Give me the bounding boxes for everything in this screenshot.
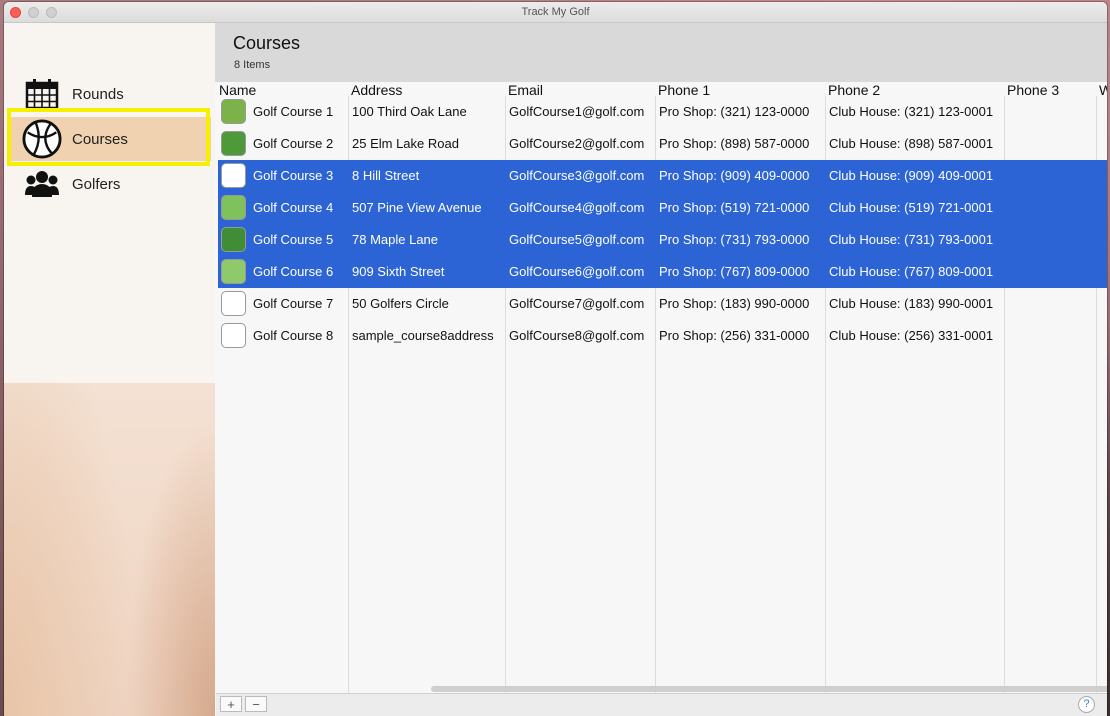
cell-name: Golf Course 4 <box>253 200 334 215</box>
cell-phone2: Club House: (321) 123-0001 <box>829 104 994 119</box>
course-thumbnail-icon <box>221 195 246 220</box>
cell-email: GolfCourse5@golf.com <box>509 232 645 247</box>
cell-email: GolfCourse3@golf.com <box>509 168 645 183</box>
cell-email: GolfCourse4@golf.com <box>509 200 645 215</box>
cell-address: 507 Pine View Avenue <box>352 200 482 215</box>
help-button[interactable]: ? <box>1078 696 1095 713</box>
cell-name: Golf Course 8 <box>253 328 334 343</box>
cell-phone1: Pro Shop: (183) 990-0000 <box>659 296 810 311</box>
table-row[interactable]: Golf Course 5 78 Maple Lane GolfCourse5@go… <box>218 224 1107 256</box>
cell-name: Golf Course 2 <box>253 136 334 151</box>
table-row[interactable]: Golf Course 6 909 Sixth Street GolfCourse6… <box>218 256 1107 288</box>
table-row[interactable]: Golf Course 1 100 Third Oak Lane GolfCours… <box>218 96 1107 128</box>
cell-phone1: Pro Shop: (898) 587-0000 <box>659 136 810 151</box>
cell-phone1: Pro Shop: (519) 721-0000 <box>659 200 810 215</box>
table-row[interactable]: Golf Course 7 50 Golfers Circle GolfCourse… <box>218 288 1107 320</box>
cell-phone2: Club House: (183) 990-0001 <box>829 296 994 311</box>
course-thumbnail-icon <box>221 323 246 348</box>
table-row[interactable]: Golf Course 3 8 Hill Street GolfCourse3@go… <box>218 160 1107 192</box>
table-row[interactable]: Golf Course 8 sample_course8address GolfCo… <box>218 320 1107 352</box>
item-count: 8 Items <box>234 59 271 71</box>
cell-phone2: Club House: (256) 331-0001 <box>829 328 994 343</box>
cell-address: 909 Sixth Street <box>352 264 445 279</box>
courses-table[interactable]: Name Address Email Phone 1 Phone 2 Phone… <box>218 82 1107 694</box>
cell-phone1: Pro Shop: (731) 793-0000 <box>659 232 810 247</box>
cell-name: Golf Course 3 <box>253 168 334 183</box>
course-thumbnail-icon <box>221 163 246 188</box>
cell-address: sample_course8address <box>352 328 494 343</box>
cell-phone1: Pro Shop: (321) 123-0000 <box>659 104 810 119</box>
cell-email: GolfCourse6@golf.com <box>509 264 645 279</box>
app-window: Track My Golf Rounds Courses Golfers Cou… <box>4 2 1107 716</box>
title-bar: Track My Golf <box>4 2 1107 23</box>
cell-address: 25 Elm Lake Road <box>352 136 459 151</box>
cell-name: Golf Course 6 <box>253 264 334 279</box>
cell-email: GolfCourse1@golf.com <box>509 104 645 119</box>
cell-email: GolfCourse2@golf.com <box>509 136 645 151</box>
table-row[interactable]: Golf Course 4 507 Pine View Avenue GolfCou… <box>218 192 1107 224</box>
cell-phone2: Club House: (767) 809-0001 <box>829 264 994 279</box>
cell-phone2: Club House: (898) 587-0001 <box>829 136 994 151</box>
cell-phone1: Pro Shop: (909) 409-0000 <box>659 168 810 183</box>
cell-name: Golf Course 7 <box>253 296 334 311</box>
content-header: Courses 8 Items <box>215 23 1107 82</box>
cell-phone2: Club House: (519) 721-0001 <box>829 200 994 215</box>
cell-address: 78 Maple Lane <box>352 232 439 247</box>
remove-course-button[interactable]: − <box>245 696 267 712</box>
cell-phone2: Club House: (909) 409-0001 <box>829 168 994 183</box>
add-course-button[interactable]: + <box>220 696 242 712</box>
cell-phone2: Club House: (731) 793-0001 <box>829 232 994 247</box>
table-row[interactable]: Golf Course 2 25 Elm Lake Road GolfCourse2… <box>218 128 1107 160</box>
cell-address: 8 Hill Street <box>352 168 420 183</box>
people-icon <box>22 164 62 204</box>
cell-email: GolfCourse7@golf.com <box>509 296 645 311</box>
sidebar-item-label: Rounds <box>72 85 124 103</box>
cell-email: GolfCourse8@golf.com <box>509 328 645 343</box>
cell-phone1: Pro Shop: (767) 809-0000 <box>659 264 810 279</box>
page-title: Courses <box>233 33 301 53</box>
course-thumbnail-icon <box>221 131 246 156</box>
course-thumbnail-icon <box>221 259 246 284</box>
course-thumbnail-icon <box>221 227 246 252</box>
cell-name: Golf Course 5 <box>253 232 334 247</box>
sidebar-item-golfers[interactable]: Golfers <box>8 162 211 206</box>
main-panel: Courses 8 Items Name Address Email Phone… <box>215 23 1107 716</box>
sidebar-item-label: Golfers <box>72 175 121 193</box>
cell-address: 100 Third Oak Lane <box>352 104 467 119</box>
course-thumbnail-icon <box>221 291 246 316</box>
footer-bar: + − ? <box>216 693 1107 716</box>
cell-name: Golf Course 1 <box>253 104 334 119</box>
course-thumbnail-icon <box>221 99 246 124</box>
window-title: Track My Golf <box>521 6 590 18</box>
selection-highlight <box>7 108 210 166</box>
horizontal-scrollbar[interactable] <box>431 686 1107 692</box>
cell-phone1: Pro Shop: (256) 331-0000 <box>659 328 810 343</box>
cell-address: 50 Golfers Circle <box>352 296 449 311</box>
